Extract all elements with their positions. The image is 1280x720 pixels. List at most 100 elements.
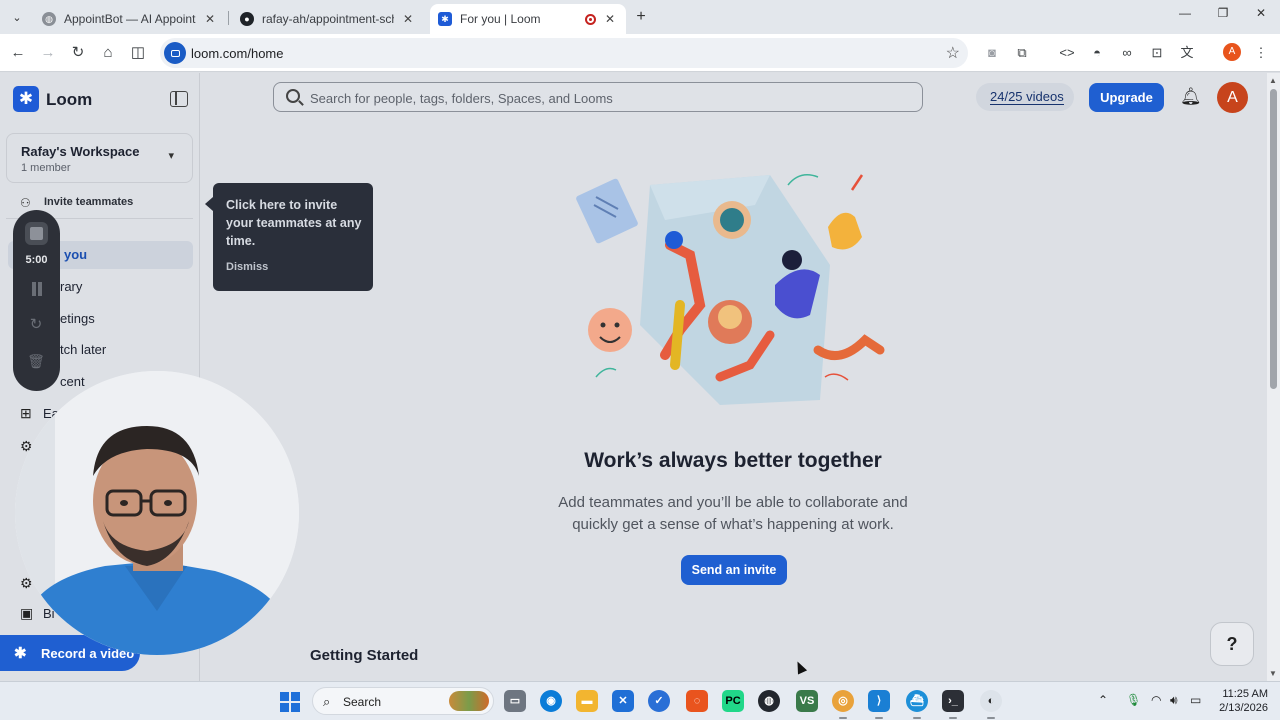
tab-github[interactable]: ● rafay-ah/appointment-scheduli ✕ [232,4,424,34]
dismiss-tooltip-button[interactable]: Dismiss [226,261,268,273]
sidebar-item-label: you [64,247,88,262]
video-count-text: 24/25 videos [990,89,1064,105]
upgrade-button[interactable]: Upgrade [1089,83,1164,112]
widgets-icon[interactable]: ◉ [540,690,562,712]
user-avatar[interactable]: A [1217,82,1248,113]
tab-loom[interactable]: ✱ For you | Loom ✕ [430,4,626,34]
windows-start-icon[interactable] [280,692,300,712]
wifi-icon[interactable]: ◠ [1151,693,1161,707]
tab-appointbot[interactable]: ◍ AppointBot — AI Appointment ✕ [34,4,226,34]
send-invite-button[interactable]: Send an invite [681,555,787,585]
translate-icon[interactable]: 文 [1178,44,1196,62]
invite-tooltip: Click here to invite your teammates at a… [205,183,373,291]
ubuntu-icon[interactable]: ◌ [686,690,708,712]
tab-title: rafay-ah/appointment-scheduli [262,12,394,26]
site-info-icon[interactable] [164,42,186,64]
extensions-icon[interactable]: ⧉ [1013,44,1031,62]
notification-bell-icon[interactable]: 🔔︎ [1180,87,1202,107]
file-explorer-icon[interactable]: ▬ [576,690,598,712]
help-button[interactable]: ? [1210,622,1254,666]
docker-icon[interactable]: ⛴︎ [906,690,928,719]
tab-separator [228,11,229,25]
loom-logo-icon[interactable]: ✱ [13,86,39,112]
bookmark-star-icon[interactable]: ☆ [946,43,960,63]
incognito-icon[interactable]: ◓ [1088,44,1106,62]
windows-taskbar: ⌕ Search ▭ ◉ ▬ ✕ ✓ ◌ PC ◍ VS ◎ ⟩ ⛴︎ ›_ ◐… [0,681,1280,720]
chevron-down-icon: ▾ [168,150,174,162]
vscode-insiders-icon[interactable]: ✕ [612,690,634,712]
sidebar-item-label: cent [60,374,85,389]
camera-bubble[interactable] [15,371,299,655]
minimize-icon[interactable]: — [1174,6,1196,20]
scroll-up-arrow-icon[interactable]: ▲ [1269,76,1277,85]
claude-app-icon[interactable]: ◍ [758,690,780,712]
address-bar[interactable]: loom.com/home ☆ [160,38,968,68]
split-view-icon[interactable]: ◫ [128,43,148,63]
taskbar-search-label: Search [343,695,382,709]
task-view-icon[interactable]: ▭ [504,690,526,712]
pycharm-icon[interactable]: PC [722,690,744,712]
todo-icon[interactable]: ✓ [648,690,670,712]
vscode-icon[interactable]: ⟩ [868,690,890,719]
profile-avatar[interactable]: A [1223,43,1241,61]
tab-search-chevron-icon[interactable]: ⌄ [8,8,26,26]
scrollbar-thumb[interactable] [1270,89,1277,389]
link-icon[interactable]: ∞ [1118,44,1136,62]
collapse-sidebar-icon[interactable] [170,91,188,107]
more-menu-icon[interactable]: ⋮ [1252,44,1270,62]
tray-chevron-up-icon[interactable]: ⌃ [1098,693,1108,707]
webcam-feed-image [15,371,299,655]
search-icon [286,89,300,103]
add-person-icon: ⚇ [20,196,31,210]
search-highlight-image [449,691,489,711]
battery-icon[interactable]: ▭ [1190,693,1201,707]
tab-title: AppointBot — AI Appointment [64,12,196,26]
sidebar-item-label: etings [60,311,95,326]
url-text: loom.com/home [191,46,284,61]
reload-icon[interactable]: ↻ [68,43,88,63]
recording-indicator-icon [585,13,596,25]
search-bar[interactable] [273,82,923,112]
volume-icon[interactable]: 🔊︎ [1170,693,1178,708]
team-illustration [576,174,885,405]
forward-arrow-icon[interactable]: → [38,43,58,63]
close-tab-icon[interactable]: ✕ [400,12,416,26]
taskbar-search[interactable]: ⌕ Search [312,687,494,715]
close-tab-icon[interactable]: ✕ [602,12,618,26]
chrome-icon[interactable]: ◎ [832,690,854,719]
video-count-badge[interactable]: 24/25 videos [976,83,1074,111]
github-icon: ● [240,12,254,26]
close-tab-icon[interactable]: ✕ [202,12,218,26]
microphone-icon[interactable]: 🎙︎ [1126,693,1141,707]
invite-teammates-label: Invite teammates [44,196,134,208]
home-icon[interactable]: ⌂ [98,43,118,63]
restore-icon[interactable]: ❐ [1212,6,1234,20]
screenshot-icon[interactable]: ⊡ [1148,44,1166,62]
brand-name: Loom [46,90,93,109]
pause-icon[interactable] [30,282,44,296]
scroll-down-arrow-icon[interactable]: ▼ [1269,669,1277,678]
billing-icon: ▣ [20,605,34,621]
workspace-name: Rafay's Workspace [21,144,140,159]
terminal-icon[interactable]: ›_ [942,690,964,719]
tooltip-text: Click here to invite your teammates at a… [226,198,362,248]
close-window-icon[interactable]: ✕ [1250,6,1272,20]
visual-studio-icon[interactable]: VS [796,690,818,712]
sidebar-item-label: tch later [60,342,107,357]
github-desktop-icon[interactable]: ◐ [980,690,1002,719]
browser-tab-strip: ⌄ ◍ AppointBot — AI Appointment ✕ ● rafa… [0,0,1280,34]
trash-icon[interactable]: 🗑︎ [27,352,45,370]
search-input[interactable] [310,89,910,107]
camera-icon[interactable]: ◙ [983,44,1001,62]
loom-icon: ✱ [438,12,452,26]
workspace-members: 1 member [21,162,71,174]
recording-controls: 5:00 ↻ 🗑︎ [13,210,60,391]
taskbar-clock[interactable]: 11:25 AM 2/13/2026 [1218,687,1268,715]
workspace-switcher[interactable]: Rafay's Workspace 1 member ▾ [6,133,193,183]
stop-recording-button[interactable] [25,222,48,245]
code-icon[interactable]: <> [1058,44,1076,62]
back-arrow-icon[interactable]: ← [8,43,28,63]
gift-icon: ⊞ [20,405,32,421]
restart-icon[interactable]: ↻ [27,316,45,334]
new-tab-button[interactable]: + [632,8,650,26]
